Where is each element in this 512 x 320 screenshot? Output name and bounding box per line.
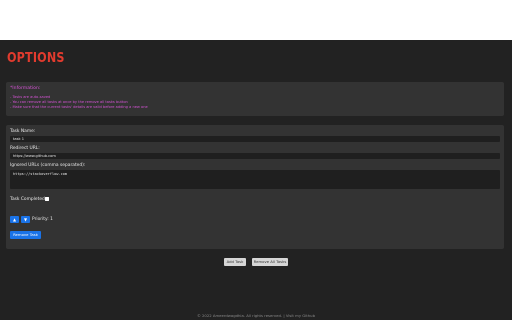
info-line: - You can remove all tasks at once by th… <box>10 100 128 104</box>
ignored-urls-label: Ignored URLs (comma separated): <box>10 163 86 168</box>
remove-task-button[interactable]: Remove Task <box>10 231 41 239</box>
priority-label: Priority: 1 <box>32 217 53 222</box>
priority-up-button[interactable]: ▲ <box>10 216 19 223</box>
redirect-url-input[interactable]: https://www.github.com <box>10 153 500 159</box>
info-title: *Information: <box>10 86 41 91</box>
ignored-urls-textarea[interactable]: https://stackoverflow.com <box>10 170 500 189</box>
remove-all-tasks-button[interactable]: Remove All Tasks <box>252 258 288 266</box>
priority-down-button[interactable]: ▼ <box>21 216 30 223</box>
info-line: - Make sure that the current tasks' deta… <box>10 105 148 109</box>
task-card: Task Name: task 1 Redirect URL: https://… <box>6 125 504 249</box>
info-line: - Tasks are auto-saved <box>10 95 51 99</box>
task-name-label: Task Name: <box>10 129 36 134</box>
add-task-button[interactable]: Add Task <box>224 258 246 266</box>
task-name-input[interactable]: task 1 <box>10 136 500 142</box>
page-logo-title: Options <box>7 51 65 66</box>
task-completed-label: Task Completed: <box>10 197 47 202</box>
redirect-url-label: Redirect URL: <box>10 146 40 151</box>
footer-text: © 2022 Ameerdwagdhia. All rights reserve… <box>197 313 315 318</box>
browser-top-area <box>0 0 512 40</box>
task-completed-checkbox[interactable] <box>45 197 49 201</box>
options-page: Options *Information: - Tasks are auto-s… <box>0 40 512 320</box>
information-panel: *Information: - Tasks are auto-saved - Y… <box>6 82 504 116</box>
